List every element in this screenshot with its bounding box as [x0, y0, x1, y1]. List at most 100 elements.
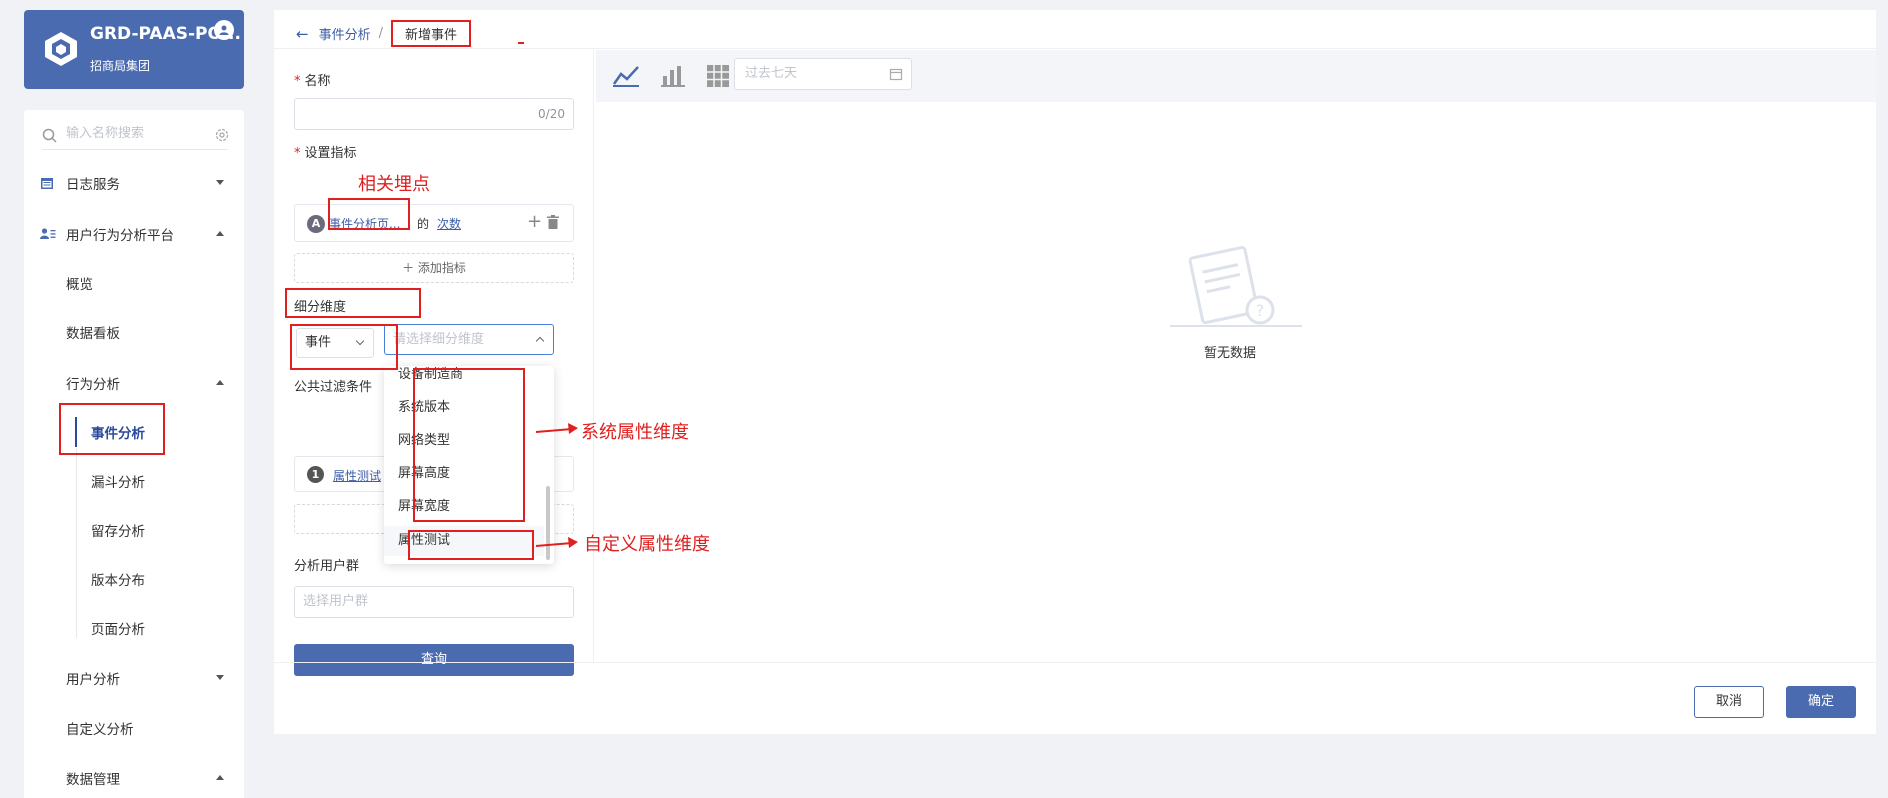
logo-icon: [45, 32, 77, 66]
breadcrumb-parent[interactable]: 事件分析: [319, 24, 371, 43]
date-placeholder: 过去七天: [745, 66, 798, 81]
empty-state-text: 暂无数据: [1204, 346, 1257, 361]
sidebar-item-label: 行为分析: [66, 377, 120, 393]
sidebar-item-custom[interactable]: 自定义分析: [24, 710, 244, 746]
query-button[interactable]: 查询: [294, 644, 574, 676]
chevron-up-icon: [216, 231, 224, 236]
dim-select-input[interactable]: 请选择细分维度: [384, 324, 554, 355]
user-group-label: 分析用户群: [294, 559, 360, 574]
date-range-input[interactable]: 过去七天: [734, 58, 912, 90]
chevron-up-icon: [216, 775, 224, 780]
breadcrumb: ← 事件分析 / 新增事件: [296, 20, 471, 47]
dim-dropdown: 设备制造商 系统版本 网络类型 屏幕高度 屏幕宽度 属性测试: [384, 366, 554, 564]
sidebar-item-log-service[interactable]: 日志服务: [24, 165, 244, 201]
bar-chart-icon[interactable]: [660, 64, 686, 88]
user-list-icon: [40, 228, 56, 239]
char-counter: 0/20: [538, 107, 565, 121]
dropdown-item[interactable]: 屏幕高度: [384, 459, 544, 489]
sidebar-item-page[interactable]: 页面分析: [24, 610, 244, 646]
confirm-button[interactable]: 确定: [1786, 686, 1856, 718]
chevron-up-icon: [535, 336, 545, 346]
org-name: 招商局集团: [90, 59, 151, 73]
annotation-label: 系统属性维度: [581, 422, 689, 443]
filter-prop-link[interactable]: 属性测试: [333, 467, 381, 484]
chevron-up-icon: [216, 380, 224, 385]
sidebar-item-overview[interactable]: 概览: [24, 265, 244, 301]
main-panel: ← 事件分析 / 新增事件 * 名称 0/20 * 设置指标 A 事件分析页... …: [274, 10, 1876, 734]
breadcrumb-separator: /: [378, 26, 383, 41]
dropdown-item[interactable]: 网络类型: [384, 426, 544, 456]
menu-search: [42, 124, 230, 150]
annotation-label: 相关埋点: [358, 174, 430, 195]
sidebar-item-funnel[interactable]: 漏斗分析: [24, 463, 244, 499]
chevron-down-icon: [355, 336, 365, 346]
sidebar-item-label: 漏斗分析: [91, 475, 145, 491]
table-icon[interactable]: [706, 64, 730, 88]
chart-toolbar: 过去七天: [596, 50, 1876, 102]
search-input[interactable]: [66, 126, 196, 141]
sidebar-item-uba-platform[interactable]: 用户行为分析平台: [24, 216, 244, 252]
metric-label: * 设置指标: [294, 146, 357, 161]
chevron-down-icon: [216, 675, 224, 680]
sidebar-item-label: 数据看板: [66, 326, 120, 342]
cancel-button[interactable]: 取消: [1694, 686, 1764, 718]
trash-icon[interactable]: [547, 215, 559, 229]
annotation-mark: [518, 42, 524, 44]
filter-number: 1: [307, 466, 324, 483]
sidebar-item-label: 页面分析: [91, 622, 145, 638]
dropdown-item[interactable]: 屏幕宽度: [384, 492, 544, 522]
footer-divider: [274, 662, 1876, 663]
user-group-select[interactable]: 选择用户群: [294, 586, 574, 618]
gear-icon[interactable]: [214, 127, 230, 143]
dropdown-item[interactable]: 系统版本: [384, 393, 544, 423]
arrow-icon: [535, 423, 578, 434]
sidebar-item-label: 自定义分析: [66, 722, 134, 738]
dim-label: 细分维度: [294, 300, 347, 315]
add-metric-button[interactable]: ＋ 添加指标: [294, 253, 574, 283]
plus-icon[interactable]: +: [527, 211, 542, 232]
sidebar-item-dashboard[interactable]: 数据看板: [24, 314, 244, 350]
arrow-icon: [535, 537, 578, 548]
back-arrow-icon[interactable]: ←: [296, 25, 309, 43]
sidebar-item-retention[interactable]: 留存分析: [24, 512, 244, 548]
sidebar-item-user-analysis[interactable]: 用户分析: [24, 660, 244, 696]
sidebar-item-label: 留存分析: [91, 524, 145, 540]
sidebar-item-behavior[interactable]: 行为分析: [24, 365, 244, 401]
breadcrumb-current: 新增事件: [390, 20, 471, 47]
dim-type-select[interactable]: 事件: [296, 328, 374, 358]
line-chart-icon[interactable]: [612, 64, 640, 88]
sidebar-item-label: 用户分析: [66, 672, 120, 688]
sidebar-item-label: 版本分布: [91, 573, 145, 589]
tree-line: [76, 448, 77, 638]
metric-badge: A: [307, 215, 325, 233]
sidebar-item-data-mgmt[interactable]: 数据管理: [24, 760, 244, 796]
name-field[interactable]: 0/20: [294, 98, 574, 130]
topbar: ← 事件分析 / 新增事件: [274, 10, 1876, 49]
filter-label: 公共过滤条件: [294, 380, 373, 395]
sidebar-item-label: 用户行为分析平台: [66, 228, 174, 244]
metric-event-link[interactable]: 事件分析页...: [329, 215, 400, 232]
metric-de: 的: [417, 217, 430, 231]
search-icon: [42, 128, 57, 143]
metric-row: A 事件分析页... 的 次数 +: [294, 204, 574, 242]
sidebar-item-version[interactable]: 版本分布: [24, 561, 244, 597]
brand-card: GRD-PAAS-PO... 招商局集团: [24, 10, 244, 89]
dim-type-value: 事件: [305, 335, 332, 350]
sidebar-item-label: 事件分析: [91, 426, 145, 442]
dropdown-item[interactable]: 设备制造商: [384, 366, 544, 390]
chevron-down-icon: [216, 180, 224, 185]
metric-count-link[interactable]: 次数: [437, 215, 461, 232]
sidebar-item-event[interactable]: 事件分析: [24, 414, 244, 450]
calendar-icon: [41, 178, 53, 189]
dropdown-item[interactable]: 属性测试: [384, 526, 544, 556]
calendar-icon: [889, 68, 903, 81]
svg-text:?: ?: [1256, 301, 1265, 320]
empty-state-icon: ?: [1170, 245, 1302, 327]
dim-placeholder: 请选择细分维度: [393, 332, 485, 347]
sidebar-item-label: 日志服务: [66, 177, 120, 193]
event-form: * 名称 0/20 * 设置指标 A 事件分析页... 的 次数 + ＋ 添加指标 …: [274, 50, 594, 676]
sidebar-item-label: 数据管理: [66, 772, 120, 788]
annotation-label: 自定义属性维度: [584, 534, 710, 555]
active-indicator: [75, 417, 77, 447]
user-icon[interactable]: [214, 20, 234, 40]
